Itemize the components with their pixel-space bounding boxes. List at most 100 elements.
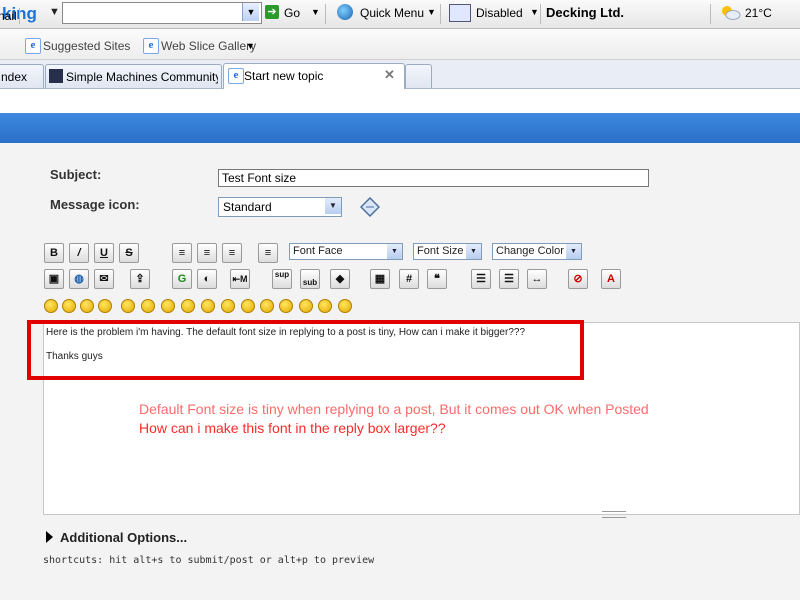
move-icon[interactable]: ⇤M — [230, 269, 250, 289]
weather-temperature[interactable]: 21°C — [745, 6, 772, 20]
smiley-icon[interactable] — [98, 299, 112, 313]
teletype-icon[interactable]: ◆ — [330, 269, 350, 289]
align-right-button[interactable]: ≡ — [222, 243, 242, 263]
insert-email-icon[interactable]: ✉ — [94, 269, 114, 289]
insert-quote-icon[interactable]: ❝ — [427, 269, 447, 289]
smiley-icon[interactable] — [161, 299, 175, 313]
font-face-value: Font Face — [293, 245, 343, 257]
smiley-icon[interactable] — [181, 299, 195, 313]
message-icon-label: Message icon: — [50, 197, 140, 212]
shortcuts-hint: shortcuts: hit alt+s to submit/post or a… — [43, 555, 375, 566]
favorites-mail-link[interactable]: nail — [0, 9, 17, 23]
chevron-down-icon[interactable]: ▼ — [466, 244, 481, 259]
smiley-icon[interactable] — [338, 299, 352, 313]
quick-menu-button[interactable]: Quick Menu — [360, 6, 424, 20]
toolbar-divider — [440, 4, 441, 24]
align-left-button[interactable]: ≡ — [172, 243, 192, 263]
insert-table-icon[interactable]: ▦ — [370, 269, 390, 289]
web-slice-gallery-link[interactable]: Web Slice Gallery — [161, 39, 256, 53]
smiley-icon[interactable] — [80, 299, 94, 313]
italic-button[interactable]: / — [69, 243, 89, 263]
font-size-value: Font Size — [417, 245, 464, 257]
insert-code-icon[interactable]: # — [399, 269, 419, 289]
expand-arrow-icon[interactable] — [46, 531, 53, 543]
favorites-divider — [19, 8, 20, 24]
tab-label: ndex — [1, 70, 28, 84]
smiley-icon[interactable] — [62, 299, 76, 313]
annotation-text: Default Font size is tiny when replying … — [139, 401, 649, 417]
strikethrough-button[interactable]: S — [119, 243, 139, 263]
message-icon-preview-icon — [360, 197, 380, 217]
insert-hyperlink-icon[interactable]: ◍ — [69, 269, 89, 289]
change-color-value: Change Color — [496, 245, 564, 257]
subscript-icon[interactable]: sub — [300, 269, 320, 289]
chevron-down-icon[interactable]: ▼ — [325, 198, 341, 214]
numbered-list-icon[interactable]: ☰ — [499, 269, 519, 289]
globe-icon[interactable] — [337, 4, 353, 20]
chevron-down-icon[interactable]: ▼ — [387, 244, 402, 259]
additional-options-toggle[interactable]: Additional Options... — [60, 530, 187, 545]
smiley-icon[interactable] — [121, 299, 135, 313]
ie-page-icon: e — [25, 38, 41, 54]
underline-button[interactable]: U — [94, 243, 114, 263]
popup-blocker-button[interactable]: Disabled — [476, 6, 523, 20]
tab-label: Start new topic — [244, 69, 324, 83]
insert-ftp-icon[interactable]: ⇪ — [130, 269, 150, 289]
popup-blocker-dropdown-icon[interactable]: ▼ — [530, 7, 539, 17]
subject-input[interactable]: Test Font size — [218, 169, 649, 187]
smiley-icon[interactable] — [141, 299, 155, 313]
insert-image-icon[interactable]: ▣ — [44, 269, 64, 289]
chevron-down-icon[interactable]: ▼ — [566, 244, 581, 259]
weather-sun-cloud-icon[interactable] — [719, 4, 741, 20]
remove-formatting-icon[interactable]: A — [601, 269, 621, 289]
smiley-icon[interactable] — [201, 299, 215, 313]
smiley-icon[interactable] — [44, 299, 58, 313]
spell-check-icon[interactable]: ⊘ — [568, 269, 588, 289]
toolbar-divider — [325, 4, 326, 24]
quick-menu-dropdown-icon[interactable]: ▼ — [427, 7, 436, 17]
new-tab-button[interactable] — [405, 64, 432, 88]
suggested-sites-link[interactable]: Suggested Sites — [43, 39, 130, 53]
horizontal-rule-icon[interactable]: ↔ — [527, 269, 547, 289]
toolbar-divider — [710, 4, 711, 24]
bulleted-list-icon[interactable]: ☰ — [471, 269, 491, 289]
textarea-resize-handle[interactable] — [602, 511, 626, 518]
glow-icon[interactable]: G — [172, 269, 192, 289]
change-color-select[interactable]: Change Color ▼ — [492, 243, 582, 260]
go-arrow-icon[interactable]: ➔ — [265, 5, 279, 19]
smf-favicon-icon — [49, 69, 63, 83]
ie-page-icon: e — [228, 68, 244, 84]
message-icon-value: Standard — [223, 200, 272, 214]
align-center-button[interactable]: ≡ — [197, 243, 217, 263]
go-dropdown-icon[interactable]: ▼ — [311, 7, 320, 17]
tab-start-new-topic[interactable]: e Start new topic ✕ — [223, 63, 405, 89]
close-icon[interactable]: ✕ — [384, 67, 395, 83]
subject-label: Subject: — [50, 167, 102, 182]
web-slice-dropdown-icon[interactable]: ▼ — [246, 41, 255, 51]
smiley-icon[interactable] — [260, 299, 274, 313]
toolbar-search-input[interactable] — [62, 2, 262, 24]
smiley-icon[interactable] — [299, 299, 313, 313]
annotation-highlight-box — [27, 320, 584, 380]
font-face-select[interactable]: Font Face ▼ — [289, 243, 403, 260]
tab-index[interactable]: ndex — [0, 64, 44, 88]
smiley-icon[interactable] — [318, 299, 332, 313]
font-size-select[interactable]: Font Size ▼ — [413, 243, 482, 260]
toolbar-divider — [540, 4, 541, 24]
superscript-icon[interactable]: sup — [272, 269, 292, 289]
smiley-icon[interactable] — [221, 299, 235, 313]
brand-dropdown-icon[interactable]: ▼ — [49, 6, 60, 18]
go-button[interactable]: Go — [284, 6, 300, 20]
bold-button[interactable]: B — [44, 243, 64, 263]
smiley-icon[interactable] — [279, 299, 293, 313]
forum-header-bar — [0, 113, 800, 143]
shadow-icon[interactable]: ◐ — [197, 269, 217, 289]
smiley-icon[interactable] — [241, 299, 255, 313]
popup-blocker-icon[interactable] — [449, 4, 471, 22]
message-icon-select[interactable]: Standard ▼ — [218, 197, 342, 217]
company-name: Decking Ltd. — [546, 5, 625, 20]
justify-button[interactable]: ≡ — [258, 243, 278, 263]
tab-label: Simple Machines Community ... — [66, 70, 218, 84]
tab-simple-machines[interactable]: Simple Machines Community ... — [45, 64, 222, 88]
search-dropdown-icon[interactable]: ▼ — [242, 3, 259, 21]
